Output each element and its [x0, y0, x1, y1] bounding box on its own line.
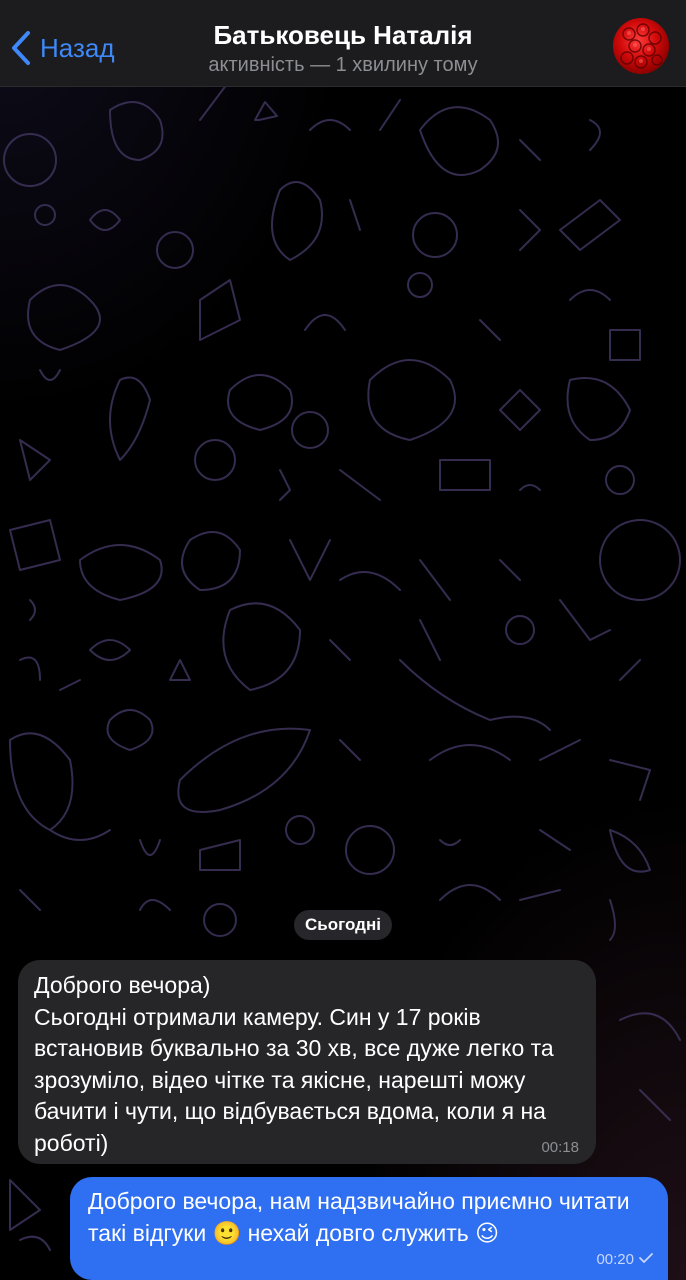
- roses-avatar-icon: [620, 23, 663, 69]
- outgoing-message-bubble[interactable]: Доброго вечора, нам надзвичайно приємно …: [70, 1177, 668, 1280]
- roses-avatar[interactable]: [613, 18, 669, 74]
- incoming-message-text: Доброго вечора) Сьогодні отримали камеру…: [34, 972, 554, 1156]
- contact-status: активність — 1 хвилину тому: [208, 54, 478, 76]
- chevron-left-icon: [10, 30, 32, 66]
- contact-name: Батьковець Наталія: [213, 20, 473, 50]
- outgoing-message-time: 00:20: [596, 1251, 634, 1268]
- sent-check-icon: [634, 1251, 654, 1268]
- chat-header: Назад Батьковець Наталія активність — 1 …: [0, 0, 686, 87]
- chat-title[interactable]: Батьковець Наталія активність — 1 хвилин…: [150, 18, 536, 78]
- back-button[interactable]: Назад: [10, 26, 115, 70]
- outgoing-message-text: Доброго вечора, нам надзвичайно приємно …: [88, 1188, 630, 1246]
- incoming-message-bubble[interactable]: Доброго вечора) Сьогодні отримали камеру…: [18, 960, 596, 1164]
- back-label: Назад: [40, 32, 115, 63]
- outgoing-message-meta: 00:20: [596, 1251, 654, 1268]
- date-separator: Сьогодні: [294, 910, 392, 940]
- incoming-message-time: 00:18: [541, 1139, 579, 1156]
- chat-screen: Назад Батьковець Наталія активність — 1 …: [0, 0, 686, 1280]
